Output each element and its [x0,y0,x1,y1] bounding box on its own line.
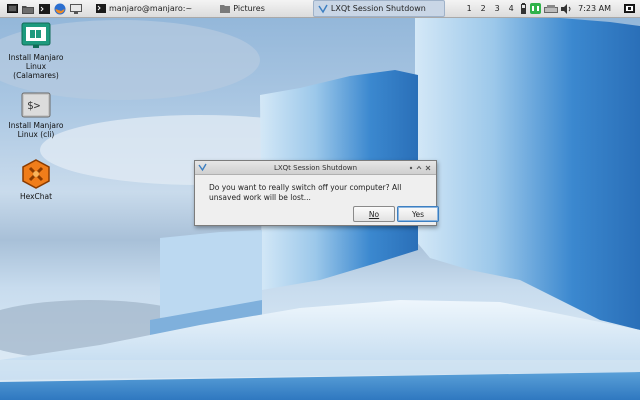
task-pictures[interactable]: Pictures [216,1,269,16]
task-terminal[interactable]: manjaro@manjaro:~ [92,1,196,16]
firefox-icon[interactable] [52,0,68,17]
desktop-icon-label: Install Manjaro Linux (Calamares) [8,53,64,80]
minimize-icon[interactable] [408,165,414,171]
dialog-titlebar[interactable]: LXQt Session Shutdown [195,161,436,175]
no-button-label: No [368,209,380,219]
network-icon[interactable] [528,0,542,17]
terminal-icon [96,4,106,13]
desktop-icon-install-cli[interactable]: $> Install Manjaro Linux (cli) [4,92,68,139]
desktop-icon-install-calamares[interactable]: Install Manjaro Linux (Calamares) [4,22,68,80]
terminal-glyph: $> [27,99,41,112]
show-desktop-icon[interactable] [4,0,20,17]
workspace-2[interactable]: 2 [476,4,490,13]
clock[interactable]: 7:23 AM [578,4,611,13]
desktop-icon-label: HexChat [19,192,53,201]
folder-icon [220,5,231,13]
top-panel: manjaro@manjaro:~ Pictures LXQt Session … [0,0,640,18]
dialog-message: Do you want to really switch off your co… [209,183,402,202]
desktop-icon-label: Install Manjaro Linux (cli) [8,121,64,139]
workspace-1[interactable]: 1 [462,4,476,13]
workspace-4[interactable]: 4 [504,4,518,13]
no-button[interactable]: No [353,206,395,222]
desktop-icon-hexchat[interactable]: HexChat [4,159,68,201]
installer-monitor-icon [21,22,51,48]
close-icon[interactable] [425,165,431,171]
battery-icon[interactable] [518,0,528,17]
task-label: LXQt Session Shutdown [330,4,426,13]
lock-screen-icon[interactable] [621,0,637,17]
task-lxqt-session-shutdown[interactable]: LXQt Session Shutdown [312,0,445,17]
volume-icon[interactable] [560,0,572,17]
task-label: Pictures [233,4,265,13]
hexchat-icon [22,159,50,189]
removable-drive-icon[interactable] [542,0,560,17]
settings-icon[interactable] [68,0,84,17]
shutdown-dialog: LXQt Session Shutdown Do you want to rea… [194,160,439,226]
workspace-3[interactable]: 3 [490,4,504,13]
lxqt-icon [318,4,328,13]
terminal-launcher-icon[interactable] [36,0,52,17]
yes-button[interactable]: Yes [397,206,439,222]
folder-icon[interactable] [20,0,36,17]
task-label: manjaro@manjaro:~ [109,4,193,13]
terminal-icon: $> [21,92,51,118]
yes-button-label: Yes [411,209,425,219]
maximize-icon[interactable] [416,165,422,171]
dialog-title: LXQt Session Shutdown [273,163,358,172]
